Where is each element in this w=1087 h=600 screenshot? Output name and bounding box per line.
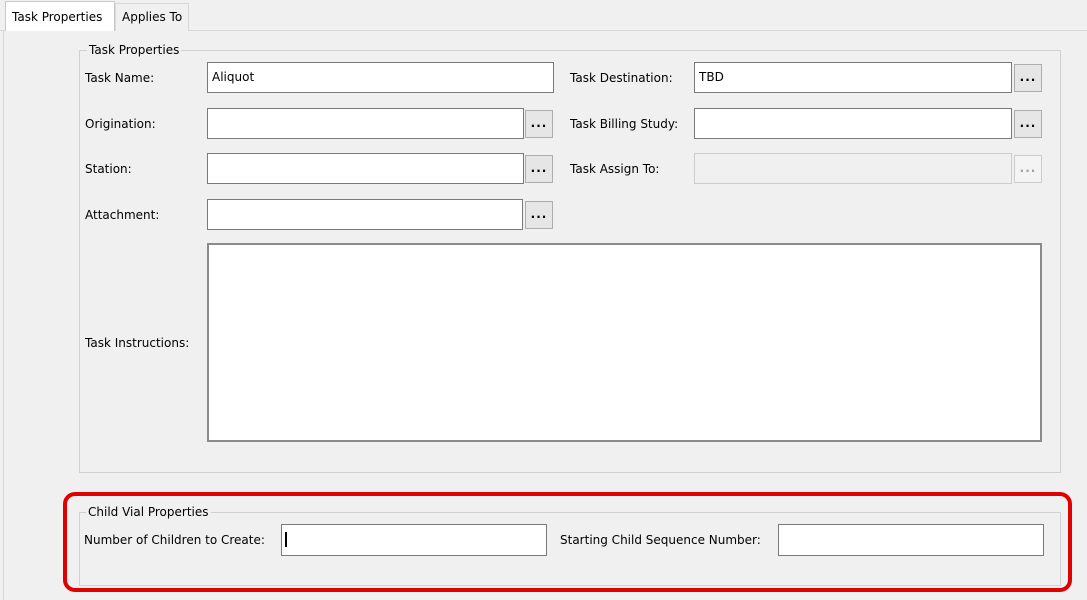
highlight-box xyxy=(63,492,1072,592)
tab-task-properties[interactable]: Task Properties xyxy=(5,1,115,31)
task-properties-group-title: Task Properties xyxy=(87,43,182,57)
ellipsis-icon: ... xyxy=(1019,116,1037,130)
task-instructions-textarea[interactable] xyxy=(207,243,1042,442)
task-billing-study-input[interactable] xyxy=(694,108,1012,139)
task-destination-input[interactable]: TBD xyxy=(694,62,1012,93)
attachment-label: Attachment: xyxy=(85,208,160,222)
task-name-input[interactable]: Aliquot xyxy=(207,62,554,93)
task-assign-to-label: Task Assign To: xyxy=(570,162,660,176)
ellipsis-icon: ... xyxy=(530,161,548,175)
station-label: Station: xyxy=(85,162,132,176)
task-destination-label: Task Destination: xyxy=(570,71,673,85)
station-input[interactable] xyxy=(207,153,524,184)
origination-browse-button[interactable]: ... xyxy=(525,110,553,138)
origination-label: Origination: xyxy=(85,117,156,131)
tab-applies-to[interactable]: Applies To xyxy=(115,3,189,31)
ellipsis-icon: ... xyxy=(1019,161,1037,175)
task-instructions-label: Task Instructions: xyxy=(85,336,190,350)
task-assign-to-browse-button: ... xyxy=(1014,155,1042,183)
task-name-label: Task Name: xyxy=(85,71,155,85)
ellipsis-icon: ... xyxy=(1019,70,1037,84)
task-destination-browse-button[interactable]: ... xyxy=(1014,64,1042,92)
station-browse-button[interactable]: ... xyxy=(525,155,553,183)
attachment-browse-button[interactable]: ... xyxy=(525,201,553,229)
origination-input[interactable] xyxy=(207,108,524,139)
task-assign-to-input xyxy=(694,153,1012,184)
task-billing-study-label: Task Billing Study: xyxy=(570,117,679,131)
task-billing-study-browse-button[interactable]: ... xyxy=(1014,110,1042,138)
attachment-input[interactable] xyxy=(207,199,523,230)
ellipsis-icon: ... xyxy=(530,207,548,221)
ellipsis-icon: ... xyxy=(530,116,548,130)
